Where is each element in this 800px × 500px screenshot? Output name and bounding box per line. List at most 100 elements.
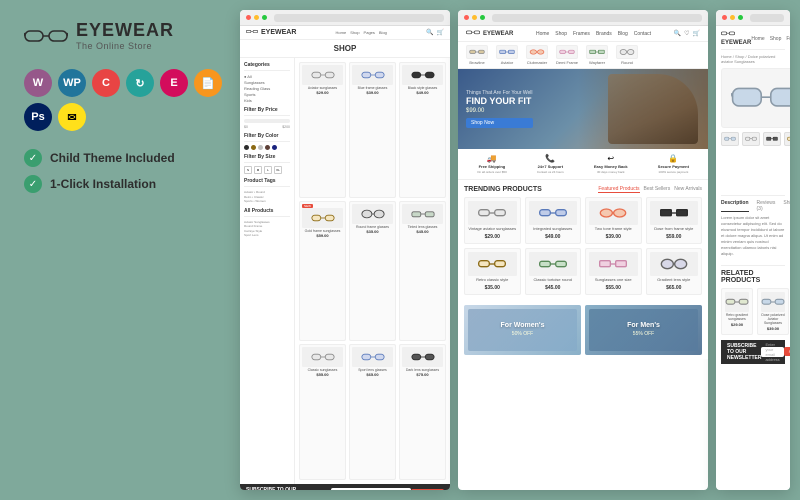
shop-product-3[interactable]: Black style glasses $49.00 bbox=[399, 62, 446, 198]
main-nav-brands[interactable]: Brands bbox=[596, 31, 612, 37]
cat-wayfarer[interactable]: Wayfarer bbox=[586, 45, 608, 65]
sidebar-cat-sun[interactable]: Sunglasses bbox=[244, 80, 290, 85]
men-banner[interactable]: For Men's 55% OFF bbox=[585, 305, 702, 355]
shop-nav-pages[interactable]: Pages bbox=[364, 30, 375, 35]
tab-bestsellers[interactable]: Best Sellers bbox=[644, 186, 671, 193]
shop-product-8[interactable]: Sport lens glasses $65.00 bbox=[349, 344, 396, 480]
main-search-icon[interactable]: 🔍 bbox=[674, 30, 681, 37]
search-icon[interactable]: 🔍 bbox=[426, 29, 433, 36]
color-black[interactable] bbox=[244, 145, 249, 150]
sidebar-cat-sports[interactable]: Sports bbox=[244, 92, 290, 97]
cat-aviator[interactable]: Aviator bbox=[496, 45, 518, 65]
shop-layout: Categories ● All Sunglasses Reading Glas… bbox=[240, 58, 450, 484]
logo-area: EYEWEAR The Online Store bbox=[24, 20, 224, 51]
prod-nav-shop[interactable]: Shop bbox=[770, 36, 782, 42]
shop-product-7[interactable]: Classic sunglasses $55.00 bbox=[299, 344, 346, 480]
trend-product-1[interactable]: Vintage aviator sunglasses $29.00 bbox=[464, 197, 521, 244]
shop-nav-blog[interactable]: Blog bbox=[379, 30, 387, 35]
size-m[interactable]: M bbox=[254, 166, 262, 174]
price-filter-bar[interactable] bbox=[244, 119, 290, 123]
related-product-2[interactable]: Dose polarized Aviator Sunglasses $39.00 bbox=[757, 288, 789, 335]
size-l[interactable]: L bbox=[264, 166, 272, 174]
prod-nav-home[interactable]: Home bbox=[751, 36, 764, 42]
nl-btn-shop[interactable]: SUBSCRIBE bbox=[411, 489, 444, 491]
tab-newarrivals[interactable]: New Arrivals bbox=[674, 186, 702, 193]
main-nav-home[interactable]: Home bbox=[536, 31, 549, 37]
trend-product-5[interactable]: Retro classic style $35.00 bbox=[464, 248, 521, 295]
nl-btn-prod[interactable]: SUBSCRIBE bbox=[784, 347, 790, 356]
shop-product-4[interactable]: NEW Gold frame sunglasses $59.00 bbox=[299, 201, 346, 341]
shop-product-6[interactable]: Tinted lens glasses $45.00 bbox=[399, 201, 446, 341]
cat-round[interactable]: Round bbox=[616, 45, 638, 65]
main-browser-bar bbox=[458, 10, 708, 26]
trend-product-4[interactable]: Dose from frame style $59.00 bbox=[646, 197, 703, 244]
shop-product-5[interactable]: Round frame glasses $35.00 bbox=[349, 201, 396, 341]
thumb-4[interactable] bbox=[784, 132, 790, 146]
cat-frame[interactable]: Demi Frame bbox=[556, 45, 578, 65]
sp-price-8: $65.00 bbox=[366, 372, 378, 377]
main-cart-icon[interactable]: 🛒 bbox=[693, 30, 700, 37]
hero-shop-btn[interactable]: Shop Now bbox=[466, 118, 533, 128]
sidebar-cat-kids[interactable]: Kids bbox=[244, 98, 290, 103]
thumb-1[interactable] bbox=[721, 132, 739, 146]
men-banner-label: For Men's bbox=[627, 322, 660, 329]
woo-icon: W bbox=[24, 69, 52, 97]
sp-price-2: $39.00 bbox=[366, 90, 378, 95]
product-newsletter: SUBSCRIBE TO OUR NEWSLETTER Enter your e… bbox=[721, 340, 785, 364]
shop-product-9[interactable]: Dark lens sunglasses $75.00 bbox=[399, 344, 446, 480]
shop-header-icons: 🔍 🛒 bbox=[426, 29, 444, 36]
trend-product-8[interactable]: Gradient lens style $65.00 bbox=[646, 248, 703, 295]
features-strip: 🚚 Free Shipping On all orders over $50 📞… bbox=[458, 149, 708, 180]
main-nav-contact[interactable]: Contact bbox=[634, 31, 651, 37]
cat-clubmaster-img bbox=[526, 45, 548, 59]
shop-nav-home[interactable]: Home bbox=[336, 30, 347, 35]
size-s[interactable]: S bbox=[244, 166, 252, 174]
all-products-list: Aviator SunglassesRound FrameCat Eye Sty… bbox=[244, 220, 290, 238]
thumb-3[interactable] bbox=[763, 132, 781, 146]
cart-icon[interactable]: 🛒 bbox=[437, 29, 444, 36]
main-nav-shop[interactable]: Shop bbox=[555, 31, 567, 37]
shop-product-1[interactable]: Aviator sunglasses $29.00 bbox=[299, 62, 346, 198]
color-silver[interactable] bbox=[258, 145, 263, 150]
shipping-icon: 🚚 bbox=[487, 154, 497, 163]
related-price-2: $39.00 bbox=[767, 326, 779, 331]
thumb-2[interactable] bbox=[742, 132, 760, 146]
shop-nav-shop[interactable]: Shop bbox=[350, 30, 359, 35]
prod-nav-frames[interactable]: Frames bbox=[786, 36, 790, 42]
nl-input-shop[interactable]: Enter your email address bbox=[331, 488, 410, 490]
main-nav-blog[interactable]: Blog bbox=[618, 31, 628, 37]
trend-product-2[interactable]: Integrated sunglasses $49.00 bbox=[525, 197, 582, 244]
color-blue[interactable] bbox=[272, 145, 277, 150]
main-header-icons: 🔍 ♡ 🛒 bbox=[674, 30, 700, 37]
sp-price-5: $35.00 bbox=[366, 229, 378, 234]
related-product-1[interactable]: Retro gradient sunglasses $29.00 bbox=[721, 288, 753, 335]
cat-browline[interactable]: Browline bbox=[466, 45, 488, 65]
shop-logo-text: EYEWEAR bbox=[261, 29, 296, 36]
price-range: $0$200 bbox=[244, 125, 290, 129]
product-tab-list: Description Reviews (3) Shipping bbox=[721, 200, 785, 212]
color-brown[interactable] bbox=[265, 145, 270, 150]
women-banner[interactable]: For Women's 50% OFF bbox=[464, 305, 581, 355]
trend-product-7[interactable]: Sunglasses one size $55.00 bbox=[585, 248, 642, 295]
sidebar-cat-reading[interactable]: Reading Glass bbox=[244, 86, 290, 91]
product-page-header: EYEWEAR Home Shop Frames Brands 🔍 🛒 bbox=[721, 31, 785, 50]
tab-featured[interactable]: Featured Products bbox=[598, 186, 639, 193]
shop-product-2[interactable]: Blue frame glasses $39.00 bbox=[349, 62, 396, 198]
tab-description[interactable]: Description bbox=[721, 200, 749, 212]
sidebar-cat-all[interactable]: ● All bbox=[244, 74, 290, 79]
trend-product-3[interactable]: Two tone frame style $39.00 bbox=[585, 197, 642, 244]
sp-price-3: $49.00 bbox=[416, 90, 428, 95]
shop-sidebar: Categories ● All Sunglasses Reading Glas… bbox=[240, 58, 295, 484]
browser-min-dot bbox=[254, 15, 259, 20]
main-nav-frames[interactable]: Frames bbox=[573, 31, 590, 37]
color-gold[interactable] bbox=[251, 145, 256, 150]
main-wishlist-icon[interactable]: ♡ bbox=[684, 30, 689, 37]
trending-section: TRENDING PRODUCTS Featured Products Best… bbox=[458, 180, 708, 301]
nl-input-prod[interactable]: Enter your email address bbox=[761, 347, 783, 357]
trend-product-6[interactable]: Classic tortoise round $45.00 bbox=[525, 248, 582, 295]
size-xl[interactable]: XL bbox=[274, 166, 282, 174]
tab-reviews[interactable]: Reviews (3) bbox=[757, 200, 776, 212]
tab-shipping[interactable]: Shipping bbox=[783, 200, 790, 212]
cat-clubmaster[interactable]: Clubmaster bbox=[526, 45, 548, 65]
shop-newsletter: SUBSCRIBE TO OUR NEWSLETTER Enter your e… bbox=[240, 484, 450, 490]
